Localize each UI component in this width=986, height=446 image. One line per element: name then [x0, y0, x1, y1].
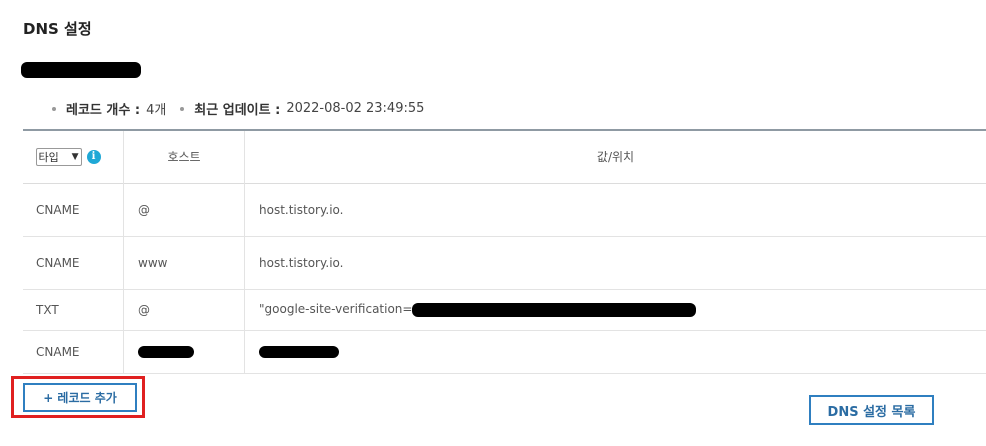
record-value-cell: "google-site-verification=: [245, 289, 986, 330]
record-host-cell: [123, 330, 245, 373]
redacted-domain-name: [21, 62, 141, 78]
type-select[interactable]: 타입 ▼: [35, 147, 82, 166]
record-host: @: [123, 289, 245, 330]
record-count-value: 4개: [146, 103, 167, 118]
record-host: www: [123, 236, 245, 289]
record-type: TXT: [23, 289, 124, 330]
table-row[interactable]: TXT @ "google-site-verification=: [23, 289, 986, 330]
bullet-icon: [180, 106, 185, 111]
value-header: 값/위치: [596, 150, 635, 165]
record-value: host.tistory.io.: [259, 255, 344, 270]
last-update: 최근 업데이트 : 2022-08-02 23:49:55: [180, 99, 424, 118]
record-type: CNAME: [23, 330, 124, 373]
dns-summary: 레코드 개수 : 4개 최근 업데이트 : 2022-08-02 23:49:5…: [52, 99, 438, 118]
type-filter: 타입 ▼ i: [35, 147, 101, 166]
table-row[interactable]: CNAME www host.tistory.io.: [23, 236, 986, 289]
record-value: host.tistory.io.: [259, 202, 344, 217]
record-count: 레코드 개수 : 4개: [52, 99, 166, 118]
record-value-cell: [245, 330, 986, 373]
record-host: @: [123, 183, 245, 236]
redacted-verification-code: [412, 302, 697, 317]
redacted-host: [138, 346, 194, 358]
info-icon[interactable]: i: [86, 149, 101, 164]
record-value: "google-site-verification=: [259, 302, 413, 317]
last-update-value: 2022-08-02 23:49:55: [286, 101, 425, 116]
page-title: DNS 설정: [23, 20, 92, 38]
redacted-value: [259, 346, 339, 358]
host-header: 호스트: [123, 130, 245, 183]
record-count-label: 레코드 개수 :: [66, 103, 141, 118]
dns-settings-list-button[interactable]: DNS 설정 목록: [809, 395, 934, 425]
table-row[interactable]: CNAME @ host.tistory.io.: [23, 183, 986, 236]
bullet-icon: [52, 106, 56, 111]
add-record-button[interactable]: + 레코드 추가: [23, 383, 137, 412]
table-row[interactable]: CNAME: [23, 330, 986, 373]
record-type: CNAME: [23, 183, 124, 236]
record-type: CNAME: [23, 236, 124, 289]
last-update-label: 최근 업데이트 :: [194, 103, 281, 118]
table-header-row: 타입 ▼ i 호스트 값/위치: [23, 130, 986, 183]
type-select-value: 타입: [38, 150, 59, 164]
chevron-down-icon: ▼: [71, 151, 79, 162]
type-header: 타입 ▼ i: [23, 130, 124, 183]
dns-records-table: 타입 ▼ i 호스트 값/위치 CNAME @ host.tistory.io.…: [23, 129, 986, 374]
